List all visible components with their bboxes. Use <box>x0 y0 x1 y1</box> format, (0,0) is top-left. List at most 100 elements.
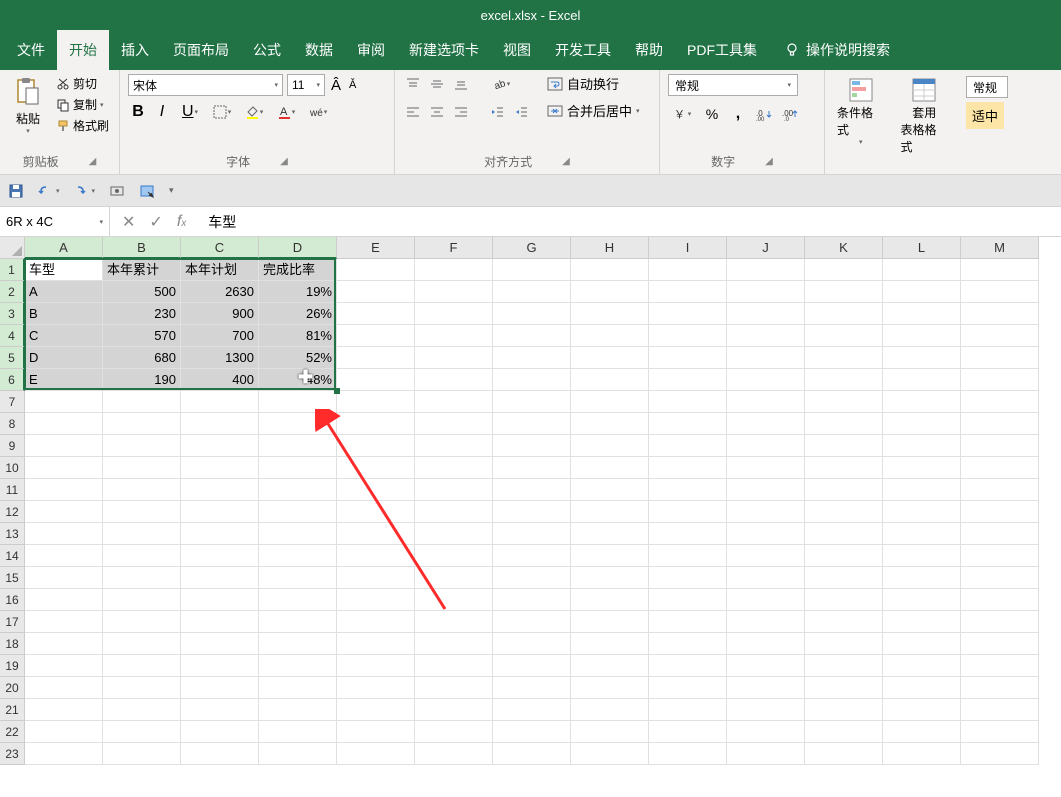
col-header-A[interactable]: A <box>25 237 103 259</box>
clipboard-launcher[interactable]: ◢ <box>89 156 97 167</box>
align-bottom-button[interactable] <box>451 74 471 94</box>
fx-button[interactable]: fx <box>177 213 186 231</box>
cell-A6[interactable]: E <box>25 369 103 391</box>
orientation-button[interactable]: ab▾ <box>487 74 515 94</box>
tab-home[interactable]: 开始 <box>57 30 109 70</box>
cell-K6[interactable] <box>805 369 883 391</box>
cell-I1[interactable] <box>649 259 727 281</box>
cell-M2[interactable] <box>961 281 1039 303</box>
fill-color-button[interactable]: ▾ <box>240 102 268 122</box>
row-header-17[interactable]: 17 <box>0 611 25 633</box>
row-header-6[interactable]: 6 <box>0 369 25 391</box>
cell-C5[interactable]: 1300 <box>181 347 259 369</box>
cell-C3[interactable]: 900 <box>181 303 259 325</box>
undo-button[interactable]: ▾ <box>38 183 60 199</box>
cell-B1[interactable]: 本年累计 <box>103 259 181 281</box>
col-header-M[interactable]: M <box>961 237 1039 259</box>
border-button[interactable]: ▾ <box>208 102 236 122</box>
comma-button[interactable]: , <box>728 104 748 124</box>
tab-formulas[interactable]: 公式 <box>241 30 293 70</box>
align-middle-button[interactable] <box>427 74 447 94</box>
phonetic-button[interactable]: wén ▾ <box>304 102 332 122</box>
cell-J2[interactable] <box>727 281 805 303</box>
cell-G3[interactable] <box>493 303 571 325</box>
wrap-text-button[interactable]: 自动换行 <box>547 74 640 93</box>
font-size-combo[interactable]: 11 ▾ <box>287 74 325 96</box>
cell-J6[interactable] <box>727 369 805 391</box>
cell-B2[interactable]: 500 <box>103 281 181 303</box>
save-button[interactable] <box>8 183 24 199</box>
row-header-5[interactable]: 5 <box>0 347 25 369</box>
row-header-18[interactable]: 18 <box>0 633 25 655</box>
cell-L1[interactable] <box>883 259 961 281</box>
col-header-C[interactable]: C <box>181 237 259 259</box>
tab-help[interactable]: 帮助 <box>623 30 675 70</box>
row-header-4[interactable]: 4 <box>0 325 25 347</box>
cell-M4[interactable] <box>961 325 1039 347</box>
tab-view[interactable]: 视图 <box>491 30 543 70</box>
row-header-14[interactable]: 14 <box>0 545 25 567</box>
row-header-23[interactable]: 23 <box>0 743 25 765</box>
cell-H5[interactable] <box>571 347 649 369</box>
cell-C6[interactable]: 400 <box>181 369 259 391</box>
cell-A7[interactable] <box>25 391 103 413</box>
cell-M3[interactable] <box>961 303 1039 325</box>
qat-button-5[interactable] <box>139 183 155 199</box>
cell-F6[interactable] <box>415 369 493 391</box>
align-top-button[interactable] <box>403 74 423 94</box>
col-header-G[interactable]: G <box>493 237 571 259</box>
row-header-7[interactable]: 7 <box>0 391 25 413</box>
row-header-3[interactable]: 3 <box>0 303 25 325</box>
worksheet[interactable]: A B C D E F G H I J K L M 1 2 3 4 5 6 7 … <box>0 237 1061 797</box>
format-painter-button[interactable]: 格式刷 <box>54 116 111 135</box>
cell-E1[interactable] <box>337 259 415 281</box>
decrease-decimal-button[interactable]: .00.0 <box>780 104 800 124</box>
row-header-21[interactable]: 21 <box>0 699 25 721</box>
tab-review[interactable]: 审阅 <box>345 30 397 70</box>
row-header-19[interactable]: 19 <box>0 655 25 677</box>
align-center-button[interactable] <box>427 102 447 122</box>
align-left-button[interactable] <box>403 102 423 122</box>
number-launcher[interactable]: ◢ <box>765 156 773 167</box>
paste-button[interactable]: 粘贴 ▾ <box>8 74 48 137</box>
cell-H2[interactable] <box>571 281 649 303</box>
row-header-9[interactable]: 9 <box>0 435 25 457</box>
cell-I2[interactable] <box>649 281 727 303</box>
cell-G5[interactable] <box>493 347 571 369</box>
cell-J1[interactable] <box>727 259 805 281</box>
col-header-H[interactable]: H <box>571 237 649 259</box>
underline-button[interactable]: U▾ <box>176 102 204 122</box>
cell-M1[interactable] <box>961 259 1039 281</box>
cell-E2[interactable] <box>337 281 415 303</box>
cell-E6[interactable] <box>337 369 415 391</box>
redo-button[interactable]: ▾ <box>74 183 96 199</box>
align-right-button[interactable] <box>451 102 471 122</box>
cell-E4[interactable] <box>337 325 415 347</box>
fill-handle[interactable] <box>334 388 340 394</box>
cell-F5[interactable] <box>415 347 493 369</box>
fit-label[interactable]: 适中 <box>966 102 1004 129</box>
font-launcher[interactable]: ◢ <box>280 156 288 167</box>
increase-decimal-button[interactable]: .0.00 <box>754 104 774 124</box>
increase-indent-button[interactable] <box>511 102 531 122</box>
tab-page-layout[interactable]: 页面布局 <box>161 30 241 70</box>
increase-font-button[interactable]: Â <box>329 77 343 94</box>
cell-J3[interactable] <box>727 303 805 325</box>
cell-E5[interactable] <box>337 347 415 369</box>
cancel-formula-button[interactable]: ✕ <box>122 212 135 232</box>
cell-I6[interactable] <box>649 369 727 391</box>
row-header-10[interactable]: 10 <box>0 457 25 479</box>
tab-file[interactable]: 文件 <box>5 30 57 70</box>
cell-I5[interactable] <box>649 347 727 369</box>
qat-customize[interactable]: ▾ <box>169 185 174 196</box>
cell-M5[interactable] <box>961 347 1039 369</box>
cell-C2[interactable]: 2630 <box>181 281 259 303</box>
cell-H6[interactable] <box>571 369 649 391</box>
cell-J4[interactable] <box>727 325 805 347</box>
cell-E3[interactable] <box>337 303 415 325</box>
cell-K5[interactable] <box>805 347 883 369</box>
enter-formula-button[interactable]: ✓ <box>149 212 162 232</box>
col-header-F[interactable]: F <box>415 237 493 259</box>
col-header-J[interactable]: J <box>727 237 805 259</box>
percent-button[interactable]: % <box>702 104 722 124</box>
